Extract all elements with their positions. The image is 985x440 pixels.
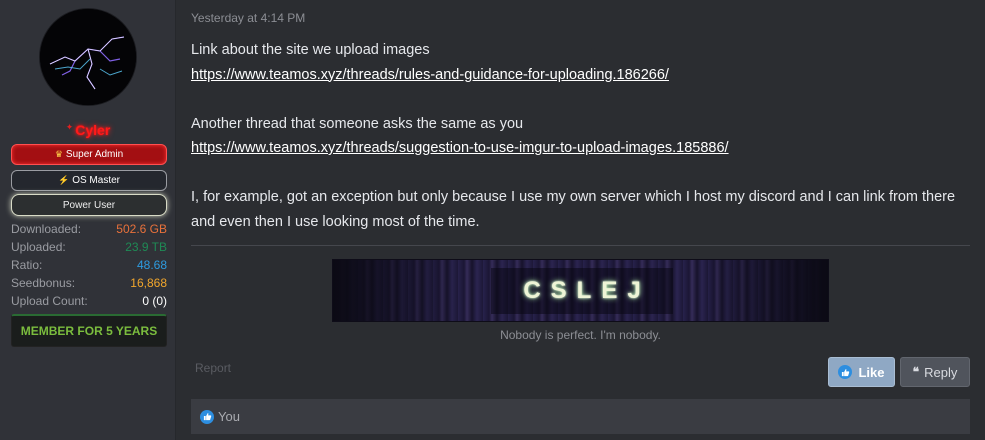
- user-panel: ✦ Cyler ♛ Super Admin ⚡ OS Master Power …: [0, 0, 176, 440]
- os-master-badge: ⚡ OS Master: [11, 170, 167, 191]
- super-admin-badge: ♛ Super Admin: [11, 144, 167, 165]
- like-button[interactable]: Like: [828, 357, 895, 387]
- stat-label: Uploaded:: [11, 240, 66, 254]
- quote-icon: ❝: [912, 365, 920, 379]
- avatar[interactable]: [40, 9, 136, 105]
- post-timestamp[interactable]: Yesterday at 4:14 PM: [191, 11, 305, 25]
- stat-value: 502.6 GB: [116, 222, 167, 236]
- reactions-list-text[interactable]: You: [218, 409, 240, 424]
- avatar-lightning-image: [40, 9, 136, 105]
- signature-tagline: Nobody is perfect. I'm nobody.: [500, 328, 661, 342]
- stat-value: 16,868: [130, 276, 167, 290]
- stat-label: Seedbonus:: [11, 276, 76, 290]
- post-line: I, for example, got an exception but onl…: [191, 189, 956, 230]
- username[interactable]: Cyler: [75, 122, 110, 138]
- thumbs-up-icon: [838, 365, 853, 379]
- member-duration-badge: MEMBER FOR 5 YEARS: [11, 314, 167, 347]
- signature-banner-text: CSLEJ: [523, 277, 651, 304]
- report-link[interactable]: Report: [195, 361, 231, 375]
- thumbs-up-icon: [200, 409, 214, 424]
- reactions-bar: You: [191, 399, 970, 434]
- user-stats: Downloaded: 502.6 GB Uploaded: 23.9 TB R…: [11, 220, 167, 310]
- reply-label: Reply: [924, 364, 958, 380]
- super-admin-label: Super Admin: [65, 149, 124, 160]
- post-line: Link about the site we upload images: [191, 42, 430, 58]
- stat-row-upload-count: Upload Count: 0 (0): [11, 292, 167, 310]
- crest-icon: ♛: [54, 149, 63, 159]
- stat-label: Upload Count:: [11, 294, 88, 308]
- lightning-icon: ⚡: [57, 175, 70, 185]
- post-line: Another thread that someone asks the sam…: [191, 115, 524, 132]
- stat-label: Downloaded:: [11, 222, 82, 236]
- power-user-label: Power User: [62, 199, 116, 211]
- power-user-badge: Power User: [11, 194, 167, 216]
- stat-row-downloaded: Downloaded: 502.6 GB: [11, 220, 167, 238]
- stat-label: Ratio:: [11, 258, 43, 272]
- stat-value: 48.68: [136, 258, 167, 272]
- maple-leaf-icon: ✦: [65, 121, 74, 132]
- post-link[interactable]: https://www.teamos.xyz/threads/rules-and…: [191, 67, 669, 83]
- stat-value: 0 (0): [142, 294, 167, 308]
- os-master-label: OS Master: [72, 175, 120, 186]
- stat-row-uploaded: Uploaded: 23.9 TB: [11, 238, 167, 256]
- like-label: Like: [858, 364, 885, 380]
- stat-value: 23.9 TB: [125, 240, 167, 254]
- member-duration-label: MEMBER FOR 5 YEARS: [20, 324, 158, 338]
- reply-button[interactable]: ❝ Reply: [900, 357, 970, 387]
- stat-row-ratio: Ratio: 48.68: [11, 256, 167, 274]
- post-link[interactable]: https://www.teamos.xyz/threads/suggestio…: [191, 140, 729, 156]
- post-body: Link about the site we upload images htt…: [191, 38, 971, 234]
- signature-banner: CSLEJ: [332, 259, 829, 322]
- stat-row-seedbonus: Seedbonus: 16,868: [11, 274, 167, 292]
- username-row: ✦ Cyler: [0, 121, 176, 139]
- signature-divider: [191, 245, 970, 246]
